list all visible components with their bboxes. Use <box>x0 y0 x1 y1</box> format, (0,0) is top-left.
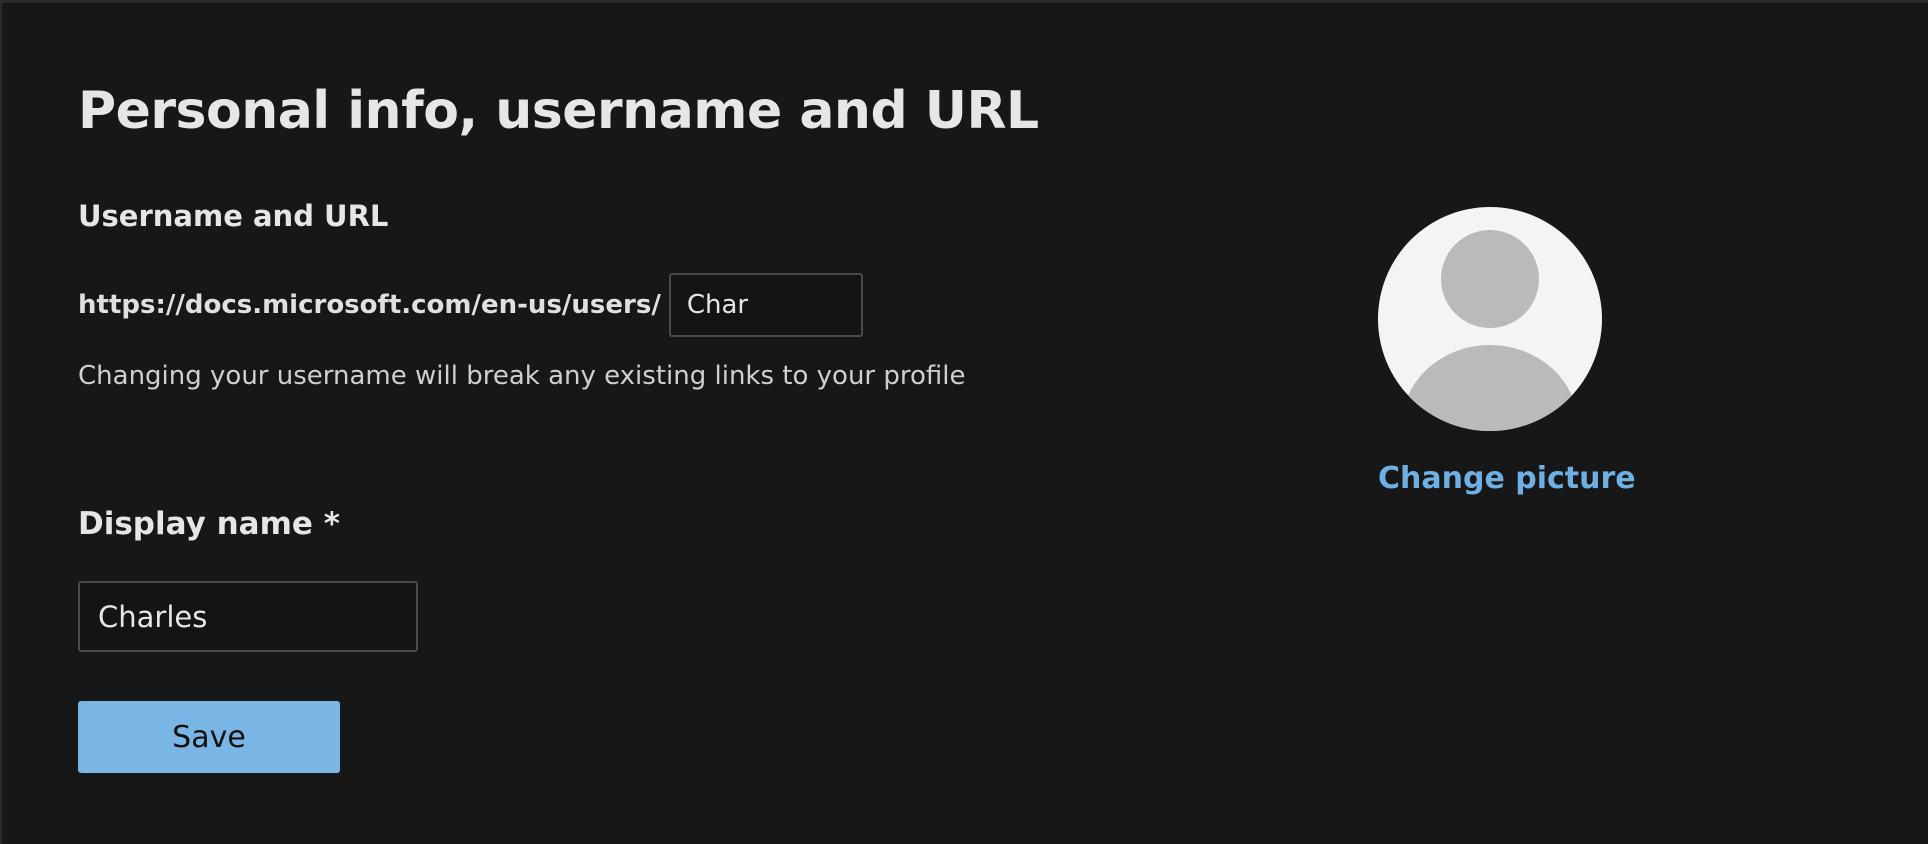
default-avatar-icon <box>1378 207 1602 431</box>
avatar-silhouette <box>1402 230 1578 431</box>
change-picture-link[interactable]: Change picture <box>1378 461 1636 496</box>
settings-page: Personal info, username and URL Username… <box>0 0 1928 844</box>
display-name-input[interactable] <box>78 581 418 652</box>
username-help-text: Changing your username will break any ex… <box>78 361 966 391</box>
username-section-heading: Username and URL <box>78 199 389 233</box>
save-button[interactable]: Save <box>78 701 340 773</box>
url-prefix: https://docs.microsoft.com/en-us/users/ <box>78 290 661 320</box>
username-input[interactable] <box>668 273 863 337</box>
profile-url-row: https://docs.microsoft.com/en-us/users/ <box>78 273 863 337</box>
display-name-label: Display name * <box>78 506 340 542</box>
page-title: Personal info, username and URL <box>78 81 1039 141</box>
